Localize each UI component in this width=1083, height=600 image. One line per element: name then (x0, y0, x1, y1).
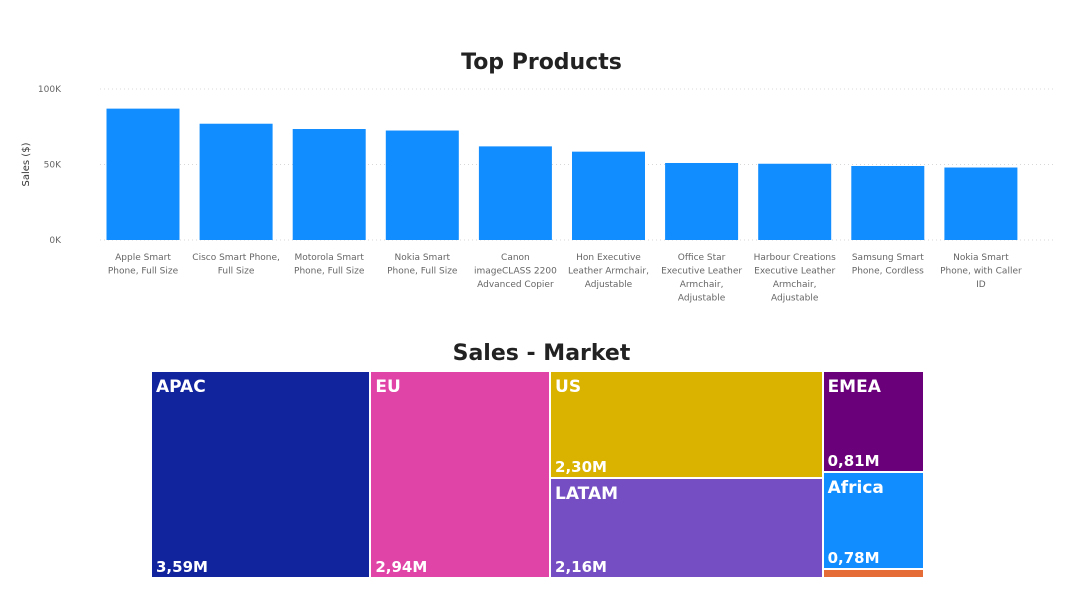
treemap-cell-name: EMEA (827, 377, 881, 397)
bar (385, 130, 459, 240)
x-tick-label: Motorola Smart Phone, Full Size (294, 253, 365, 277)
treemap-cell-name: US (555, 377, 582, 397)
treemap-cell[interactable]: APAC 3,59M (151, 371, 371, 578)
y-tick-label: 0K (49, 236, 62, 246)
x-tick-label: Hon Executive Leather Armchair, Adjustable (568, 253, 649, 290)
y-tick-label: 100K (38, 85, 62, 95)
treemap-cell-value: 3,59M (156, 558, 208, 576)
top-products-bar-chart: 0K 50K 100K Sales ($) Apple Smart Phone, Full… (21, 85, 1056, 304)
bar (292, 129, 366, 240)
bar (106, 108, 180, 240)
bar (944, 167, 1018, 240)
treemap-cell-name: Africa (827, 478, 884, 498)
treemap-cell[interactable]: EMEA 0,81M (822, 371, 924, 472)
treemap-cell-name: APAC (156, 377, 206, 397)
treemap-cell-value: 2,94M (375, 558, 428, 576)
y-axis-label: Sales ($) (21, 142, 32, 186)
sales-market-treemap: APAC 3,59M EU 2,94M US 2,30M LATAM 2,16M EMEA 0,8… (151, 371, 924, 578)
treemap-cell-name: EU (375, 377, 401, 397)
bar (478, 146, 552, 240)
treemap-cell[interactable]: US 2,30M (550, 371, 823, 478)
x-tick-label: Harbour Creations Executive Leather Armcha… (754, 253, 837, 304)
bar (665, 162, 739, 240)
treemap-cell-value: 0,78M (827, 549, 880, 568)
bar (199, 123, 273, 240)
x-tick-label: Nokia Smart Phone, with Caller ID (940, 253, 1022, 290)
bar (572, 151, 645, 240)
bar (851, 166, 925, 240)
treemap-title: Sales - Market (452, 341, 631, 366)
x-tick-label: Office Star Executive Leather Armchair, Adj… (661, 253, 742, 304)
x-tick-label: Samsung Smart Phone, Cordless (852, 253, 924, 277)
treemap-cell[interactable]: Africa 0,78M (822, 472, 924, 570)
x-tick-label: Nokia Smart Phone, Full Size (387, 253, 458, 277)
y-tick-label: 50K (44, 161, 62, 171)
x-tick-label: Canon imageCLASS 2200 Advanced Copier (474, 253, 557, 290)
bar (758, 163, 832, 240)
treemap-cell-value: 0,81M (827, 452, 880, 470)
treemap-cell[interactable] (822, 569, 924, 578)
treemap-cell-value: 2,30M (555, 457, 607, 476)
treemap-cell-name: LATAM (555, 483, 619, 504)
x-tick-label: Cisco Smart Phone, Full Size (192, 253, 280, 277)
x-tick-label: Apple Smart Phone, Full Size (108, 253, 179, 277)
treemap-cell-value: 2,16M (555, 557, 607, 576)
treemap-cell[interactable]: EU 2,94M (370, 371, 550, 578)
treemap-cell[interactable]: LATAM 2,16M (550, 477, 823, 578)
